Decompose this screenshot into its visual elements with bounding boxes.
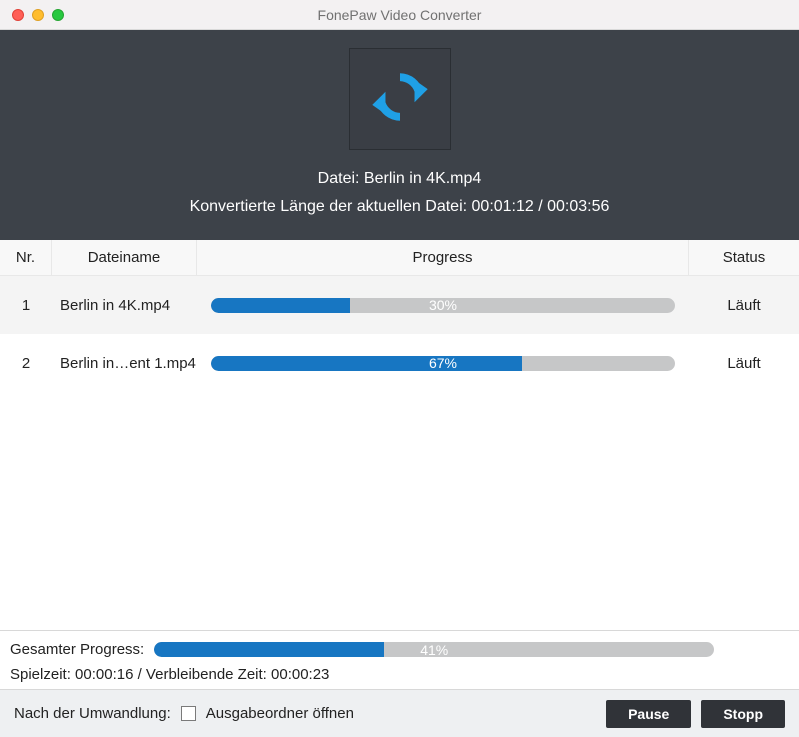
open-folder-checkbox[interactable] [181, 706, 196, 721]
total-progress-label: Gesamter Progress: [10, 641, 144, 658]
table-body: 1 Berlin in 4K.mp4 30% Läuft 2 Berlin in… [0, 276, 799, 630]
row-filename: Berlin in…ent 1.mp4 [52, 355, 197, 372]
progress-bar: 67% [211, 356, 675, 371]
table-row[interactable]: 1 Berlin in 4K.mp4 30% Läuft [0, 276, 799, 334]
row-filename: Berlin in 4K.mp4 [52, 297, 197, 314]
titlebar: FonePaw Video Converter [0, 0, 799, 30]
row-number: 2 [0, 355, 52, 372]
footer-bar: Nach der Umwandlung: Ausgabeordner öffne… [0, 689, 799, 737]
convert-icon [367, 64, 433, 135]
total-progress-row: Gesamter Progress: 41% [10, 641, 789, 658]
total-progress-value: 41% [154, 642, 714, 657]
table-header: Nr. Dateiname Progress Status [0, 240, 799, 276]
window-title: FonePaw Video Converter [0, 7, 799, 23]
current-file-label: Datei: Berlin in 4K.mp4 [318, 170, 482, 188]
stop-button[interactable]: Stopp [701, 700, 785, 728]
progress-label: 30% [211, 298, 675, 313]
hero-panel: Datei: Berlin in 4K.mp4 Konvertierte Län… [0, 30, 799, 240]
col-header-name: Dateiname [52, 240, 197, 275]
col-header-nr: Nr. [0, 240, 52, 275]
convert-icon-box [349, 48, 451, 150]
col-header-progress: Progress [197, 240, 689, 275]
time-remaining-label: Spielzeit: 00:00:16 / Verbleibende Zeit:… [10, 666, 789, 683]
progress-bar: 30% [211, 298, 675, 313]
total-progress-bar: 41% [154, 642, 714, 657]
current-length-label: Konvertierte Länge der aktuellen Datei: … [190, 198, 610, 216]
row-number: 1 [0, 297, 52, 314]
row-progress: 30% [197, 298, 689, 313]
table-row[interactable]: 2 Berlin in…ent 1.mp4 67% Läuft [0, 334, 799, 392]
row-status: Läuft [689, 355, 799, 372]
row-status: Läuft [689, 297, 799, 314]
row-progress: 67% [197, 356, 689, 371]
open-folder-label: Ausgabeordner öffnen [206, 705, 354, 722]
progress-label: 67% [211, 356, 675, 371]
col-header-status: Status [689, 240, 799, 275]
after-conversion-label: Nach der Umwandlung: [14, 705, 171, 722]
summary-panel: Gesamter Progress: 41% Spielzeit: 00:00:… [0, 630, 799, 689]
pause-button[interactable]: Pause [606, 700, 691, 728]
